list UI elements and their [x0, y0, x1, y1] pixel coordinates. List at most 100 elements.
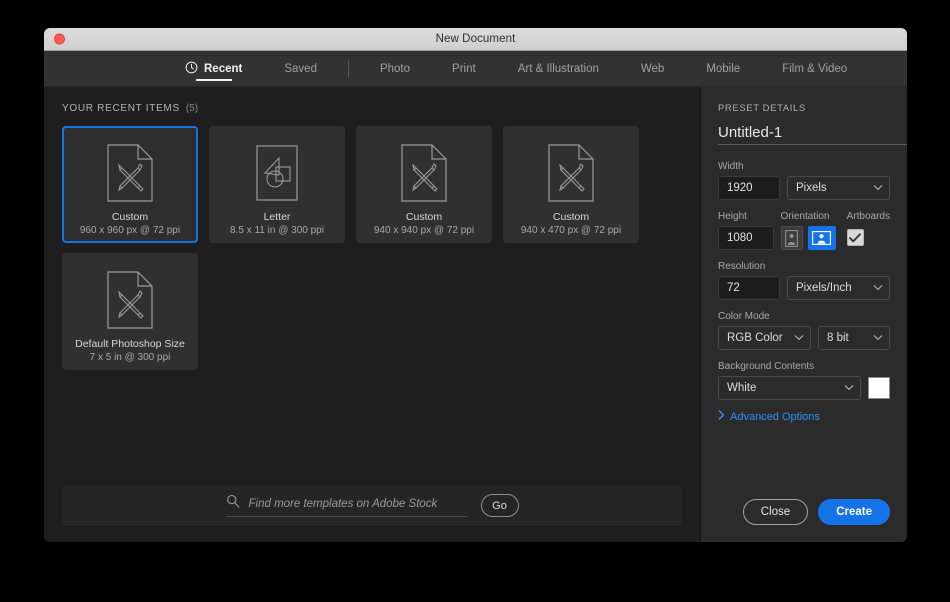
tab-label: Photo — [379, 62, 411, 75]
color-depth-value: 8 bit — [827, 332, 849, 344]
recent-item-title: Letter — [263, 211, 291, 223]
color-mode-group: Color Mode RGB Color 8 bit — [718, 311, 890, 361]
document-type-tabs: Recent Saved Photo Print Art & Illustrat… — [44, 51, 907, 87]
tab-label: Web — [640, 62, 665, 75]
close-button[interactable]: Close — [742, 499, 809, 525]
color-mode-label: Color Mode — [718, 311, 770, 322]
height-field-group: Height — [718, 211, 774, 250]
tab-web[interactable]: Web — [620, 51, 685, 86]
close-window-dot[interactable] — [54, 33, 65, 45]
height-label: Height — [718, 211, 747, 222]
recent-items-pane: YOUR RECENT ITEMS (5) Custom 960 x 960 p… — [44, 87, 700, 542]
stock-search-field[interactable] — [225, 494, 468, 517]
tab-recent[interactable]: Recent — [164, 51, 263, 86]
background-contents-value: White — [727, 382, 757, 394]
chevron-down-icon — [794, 332, 804, 344]
width-input[interactable] — [718, 176, 780, 200]
resolution-unit-group: Pixels/Inch — [787, 261, 890, 300]
recent-items-grid: Custom 960 x 960 px @ 72 ppi Letter 8.5 … — [44, 126, 700, 485]
search-icon — [226, 494, 240, 513]
stock-go-button[interactable]: Go — [480, 494, 519, 517]
recent-item-card[interactable]: Letter 8.5 x 11 in @ 300 ppi — [209, 126, 345, 243]
width-unit-value: Pixels — [796, 182, 827, 194]
recent-item-card[interactable]: Custom 940 x 940 px @ 72 ppi — [356, 126, 492, 243]
chevron-down-icon — [873, 332, 883, 344]
recent-item-card[interactable]: Custom 940 x 470 px @ 72 ppi — [503, 126, 639, 243]
width-row: Width Pixels — [718, 161, 890, 200]
adobe-stock-search-bar: Go — [62, 485, 682, 526]
tab-label: Mobile — [706, 62, 741, 75]
resolution-input[interactable] — [718, 276, 780, 300]
document-name-input[interactable] — [718, 124, 907, 145]
width-field-group: Width — [718, 161, 780, 200]
chevron-down-icon — [873, 282, 883, 294]
recent-item-title: Custom — [405, 211, 443, 223]
title-bar: New Document — [44, 28, 907, 51]
tab-label: Saved — [284, 62, 317, 75]
landscape-orientation-icon[interactable] — [807, 226, 836, 250]
resolution-row: Resolution Pixels/Inch — [718, 261, 890, 300]
artboards-checkbox[interactable] — [846, 229, 864, 246]
orientation-buttons — [780, 226, 840, 250]
search-input[interactable] — [248, 497, 468, 510]
color-mode-row: RGB Color 8 bit — [718, 326, 890, 350]
new-document-dialog: New Document Recent Saved Photo Print Ar… — [44, 28, 907, 542]
tab-mobile[interactable]: Mobile — [685, 51, 761, 86]
artboards-group: Artboards — [846, 211, 890, 250]
chevron-down-icon — [873, 182, 883, 194]
tab-label: Recent — [204, 62, 243, 75]
window-title: New Document — [435, 33, 516, 45]
document-pencil-icon — [401, 144, 447, 202]
document-name-row — [718, 123, 907, 145]
width-unit-select[interactable]: Pixels — [787, 176, 890, 200]
tab-saved[interactable]: Saved — [263, 51, 338, 86]
tab-divider — [347, 60, 349, 77]
dialog-body: YOUR RECENT ITEMS (5) Custom 960 x 960 p… — [44, 87, 907, 542]
recent-item-title: Default Photoshop Size — [75, 338, 185, 350]
background-contents-group: Background Contents White — [718, 361, 890, 406]
width-label: Width — [718, 161, 744, 172]
recent-item-card[interactable]: Default Photoshop Size 7 x 5 in @ 300 pp… — [62, 253, 198, 370]
background-color-swatch[interactable] — [868, 377, 890, 399]
advanced-options-toggle[interactable]: Advanced Options — [718, 410, 890, 423]
recent-item-subtitle: 960 x 960 px @ 72 ppi — [79, 225, 181, 236]
recent-item-card[interactable]: Custom 960 x 960 px @ 72 ppi — [62, 126, 198, 243]
resolution-unit-select[interactable]: Pixels/Inch — [787, 276, 890, 300]
width-unit-group: Pixels — [787, 161, 890, 200]
artboards-label: Artboards — [846, 211, 890, 222]
color-depth-select[interactable]: 8 bit — [818, 326, 890, 350]
recent-item-subtitle: 7 x 5 in @ 300 ppi — [89, 352, 171, 363]
recent-items-title: YOUR RECENT ITEMS — [62, 103, 180, 114]
document-pencil-icon — [107, 144, 153, 202]
tab-label: Film & Video — [782, 62, 848, 75]
document-pencil-icon — [548, 144, 594, 202]
recent-item-title: Custom — [111, 211, 149, 223]
height-orientation-row: Height Orientation — [718, 211, 890, 250]
background-contents-select[interactable]: White — [718, 376, 861, 400]
recent-items-count: (5) — [185, 103, 199, 114]
tab-label: Art & Illustration — [517, 62, 599, 75]
dialog-footer-buttons: Close Create — [718, 499, 890, 542]
tab-film-video[interactable]: Film & Video — [761, 51, 868, 86]
height-input[interactable] — [718, 226, 774, 250]
orientation-group: Orientation — [780, 211, 840, 250]
tab-print[interactable]: Print — [431, 51, 497, 86]
clock-icon — [185, 61, 198, 77]
resolution-unit-value: Pixels/Inch — [796, 282, 852, 294]
recent-item-title: Custom — [552, 211, 590, 223]
create-button[interactable]: Create — [818, 499, 890, 525]
chevron-down-icon — [844, 382, 854, 394]
recent-item-subtitle: 940 x 940 px @ 72 ppi — [373, 225, 475, 236]
tab-active-underline — [195, 79, 232, 81]
document-pencil-icon — [107, 271, 153, 329]
preset-details-panel: PRESET DETAILS Width — [700, 87, 907, 542]
tab-photo[interactable]: Photo — [359, 51, 431, 86]
tab-art-illustration[interactable]: Art & Illustration — [497, 51, 620, 86]
color-mode-select[interactable]: RGB Color — [718, 326, 811, 350]
background-contents-label: Background Contents — [718, 361, 815, 372]
preset-details-label: PRESET DETAILS — [718, 103, 806, 114]
chevron-right-icon — [718, 410, 725, 423]
portrait-orientation-icon[interactable] — [780, 226, 803, 250]
recent-item-subtitle: 8.5 x 11 in @ 300 ppi — [230, 225, 324, 236]
advanced-options-label: Advanced Options — [730, 410, 820, 423]
